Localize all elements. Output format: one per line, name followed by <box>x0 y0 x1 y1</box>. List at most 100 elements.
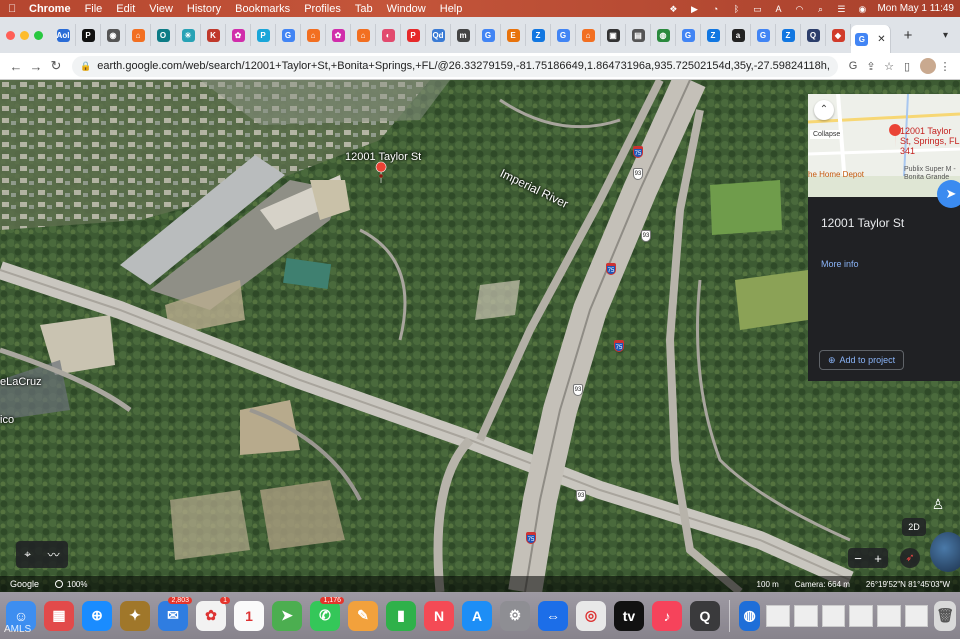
share-icon[interactable]: ⇪ <box>862 60 880 73</box>
clock-icon[interactable]: ◔ <box>709 4 721 14</box>
location-pin-icon[interactable]: ⌖ <box>24 547 31 562</box>
browser-tab[interactable]: P <box>401 24 426 46</box>
browser-tab[interactable]: Z <box>776 24 801 46</box>
dock-maps-icon[interactable]: ➤ <box>272 600 302 631</box>
dock-minimized-window[interactable] <box>877 604 901 627</box>
url-bar[interactable]: 🔒 earth.google.com/web/search/12001+Tayl… <box>72 55 838 77</box>
sidebar-icon[interactable]: ▯ <box>898 60 916 73</box>
add-to-project-button[interactable]: ⊕ Add to project <box>819 350 905 370</box>
browser-tab[interactable]: G <box>751 24 776 46</box>
dock-pages-icon[interactable]: ✎ <box>348 600 378 631</box>
browser-tab[interactable]: K <box>201 24 226 46</box>
measure-path-icon[interactable]: 〰 <box>48 546 60 563</box>
browser-tab[interactable]: P <box>76 24 101 46</box>
pegman-icon[interactable]: ♙ <box>928 496 948 520</box>
browser-tab[interactable]: ▣ <box>601 24 626 46</box>
siri-icon[interactable]: ◉ <box>856 4 868 14</box>
browser-tab[interactable]: ⌂ <box>126 24 151 46</box>
reload-icon[interactable]: ↻ <box>46 58 66 74</box>
new-tab-button[interactable]: + <box>897 27 919 44</box>
maximize-window-button[interactable] <box>34 30 43 40</box>
dock-music-icon[interactable]: ♪ <box>652 600 682 631</box>
browser-tab[interactable]: P <box>251 24 276 46</box>
dock-appletv-icon[interactable]: tv <box>614 600 644 631</box>
map-thumbnail[interactable]: ⌃ Collapse 12001 Taylor St, Springs, FL … <box>808 94 960 197</box>
browser-tab[interactable]: O <box>151 24 176 46</box>
browser-tab[interactable]: ◆ <box>826 24 851 46</box>
menu-view[interactable]: View <box>142 3 180 15</box>
browser-tab[interactable]: m <box>451 24 476 46</box>
browser-tab[interactable]: G <box>551 24 576 46</box>
menu-bookmarks[interactable]: Bookmarks <box>228 3 297 15</box>
toggle-2d-button[interactable]: 2D <box>902 518 926 536</box>
play-icon[interactable]: ▶ <box>688 4 700 14</box>
trash-icon[interactable]: 🗑 <box>934 600 956 631</box>
dock-globe-icon[interactable]: ◍ <box>738 600 761 631</box>
zoom-out-icon[interactable]: − <box>854 551 862 566</box>
gift-icon[interactable]: ❖ <box>667 4 679 14</box>
dock-minimized-window[interactable] <box>849 604 873 627</box>
dock-numbers-icon[interactable]: ▮ <box>386 600 416 631</box>
browser-tab[interactable]: G <box>276 24 301 46</box>
place-pin-label[interactable]: 12001 Taylor St <box>345 151 421 163</box>
menu-tab[interactable]: Tab <box>348 3 380 15</box>
browser-tab[interactable]: Qd <box>426 24 451 46</box>
close-window-button[interactable] <box>6 30 15 40</box>
close-tab-icon[interactable]: ✕ <box>877 34 885 45</box>
menu-clock[interactable]: Mon May 1 11:49 <box>877 3 954 14</box>
browser-tab[interactable]: G <box>676 24 701 46</box>
browser-tab[interactable]: ◉ <box>101 24 126 46</box>
apple-icon[interactable]:  <box>8 3 22 15</box>
spotlight-icon[interactable]: ⌕ <box>814 4 826 14</box>
bluetooth-icon[interactable]: ᛒ <box>730 4 742 14</box>
browser-tab[interactable]: E <box>501 24 526 46</box>
wifi-icon[interactable]: ◠ <box>793 4 805 14</box>
tab-search-chevron-icon[interactable]: ▾ <box>943 30 948 41</box>
collapse-label[interactable]: Collapse <box>810 130 844 139</box>
menu-help[interactable]: Help <box>433 3 470 15</box>
dock-minimized-window[interactable] <box>821 604 846 627</box>
globe-icon[interactable] <box>930 532 960 572</box>
dock-calendar-icon[interactable]: 1 <box>234 600 264 631</box>
zoom-in-icon[interactable]: + <box>874 551 882 566</box>
dock-minimized-window[interactable] <box>904 604 929 627</box>
browser-tab[interactable]: Aol <box>51 24 76 46</box>
menu-file[interactable]: File <box>78 3 110 15</box>
dock-mail-icon[interactable]: ✉ 2,803 <box>158 596 192 631</box>
menu-profiles[interactable]: Profiles <box>297 3 348 15</box>
browser-tab[interactable]: ⌂ <box>301 24 326 46</box>
google-lens-icon[interactable]: G <box>844 60 862 72</box>
menu-history[interactable]: History <box>180 3 228 15</box>
browser-tab[interactable]: G <box>476 24 501 46</box>
directions-fab-icon[interactable]: ➤ <box>937 180 960 208</box>
menu-app-name[interactable]: Chrome <box>22 3 78 15</box>
collapse-chevron-icon[interactable]: ⌃ <box>814 100 834 120</box>
dock-settings-icon[interactable]: ⚙ <box>500 600 530 631</box>
browser-tab[interactable]: Z <box>701 24 726 46</box>
tab-active-google-earth[interactable]: G ✕ <box>851 25 891 53</box>
dock-minimized-window[interactable] <box>766 604 791 627</box>
dock-quicktime-icon[interactable]: Q <box>690 600 720 631</box>
keyboard-icon[interactable]: A <box>772 4 784 14</box>
browser-tab[interactable]: Z <box>526 24 551 46</box>
back-arrow-icon[interactable]: ← <box>6 59 26 74</box>
browser-tab[interactable]: a <box>726 24 751 46</box>
menu-edit[interactable]: Edit <box>109 3 142 15</box>
browser-tab[interactable]: ⌂ <box>576 24 601 46</box>
browser-tab[interactable]: ✿ <box>226 24 251 46</box>
more-info-link[interactable]: More info <box>821 259 859 269</box>
forward-arrow-icon[interactable]: → <box>26 59 46 74</box>
browser-tab[interactable]: ✳ <box>176 24 201 46</box>
battery-icon[interactable]: ▭ <box>751 4 763 14</box>
compass-icon[interactable]: ➶ <box>900 548 920 568</box>
dock-teamviewer-icon[interactable]: ⇔ <box>538 600 568 631</box>
browser-tab[interactable]: ⌂ <box>351 24 376 46</box>
dock-safari-icon[interactable]: ⊕ <box>82 600 112 631</box>
dock-minimized-window[interactable] <box>794 604 818 627</box>
dock-messages-icon[interactable]: ✆ 1,176 <box>310 596 344 631</box>
browser-tab[interactable]: Q <box>801 24 826 46</box>
dock-news-icon[interactable]: N <box>424 600 454 631</box>
control-center-icon[interactable]: ☰ <box>835 4 847 14</box>
dock-chrome-icon[interactable]: ◎ <box>576 600 606 631</box>
browser-tab[interactable]: ✿ <box>326 24 351 46</box>
